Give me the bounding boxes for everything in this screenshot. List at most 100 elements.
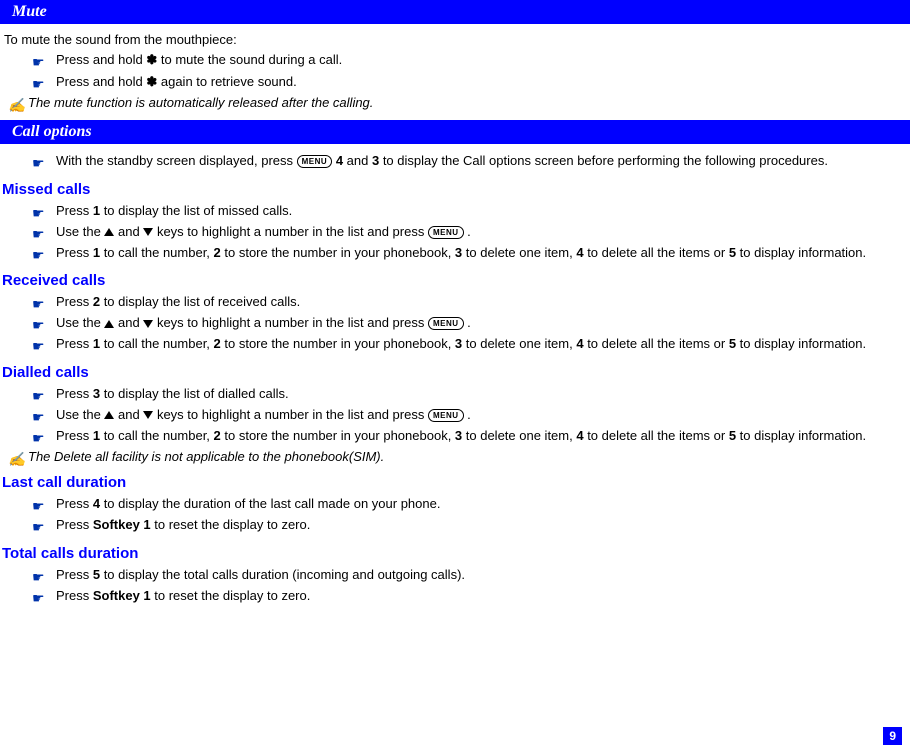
mute-header: Mute <box>0 0 910 24</box>
mute-list: ☛ Press and hold ✽ to mute the sound dur… <box>32 51 910 91</box>
down-arrow-icon <box>143 320 153 328</box>
list-item: ☛ Press Softkey 1 to reset the display t… <box>32 516 910 534</box>
call-options-header: Call options <box>0 120 910 144</box>
dialled-calls-header: Dialled calls <box>2 364 910 381</box>
missed-calls-section: Missed calls ☛ Press 1 to display the li… <box>0 181 910 263</box>
missed-calls-header: Missed calls <box>2 181 910 198</box>
list-item: ☛ Press and hold ✽ to mute the sound dur… <box>32 51 910 70</box>
text: Press <box>56 496 93 511</box>
key-5: 5 <box>93 567 100 582</box>
asterisk-icon: ✽ <box>146 73 157 91</box>
text: to display the Call options screen befor… <box>379 153 828 168</box>
text: to reset the display to zero. <box>151 588 311 603</box>
list-item: ☛ Press 1 to call the number, 2 to store… <box>32 427 910 445</box>
text: to display the total calls duration (inc… <box>100 567 465 582</box>
text: to mute the sound during a call. <box>157 52 342 67</box>
text: to delete one item, <box>462 428 576 443</box>
text: With the standby screen displayed, press <box>56 153 297 168</box>
list-item: ☛ With the standby screen displayed, pre… <box>32 152 910 170</box>
key-4: 4 <box>576 336 583 351</box>
note-content: The mute function is automatically relea… <box>28 95 373 110</box>
text: Press <box>56 203 93 218</box>
received-calls-header: Received calls <box>2 272 910 289</box>
text: to delete all the items or <box>584 245 729 260</box>
list-item: ☛ Press 1 to display the list of missed … <box>32 202 910 220</box>
key-3: 3 <box>93 386 100 401</box>
text: to delete all the items or <box>584 428 729 443</box>
received-calls-section: Received calls ☛ Press 2 to display the … <box>0 272 910 354</box>
key-4: 4 <box>576 428 583 443</box>
dialled-calls-section: Dialled calls ☛ Press 3 to display the l… <box>0 364 910 465</box>
mute-section: Mute To mute the sound from the mouthpie… <box>0 0 910 110</box>
total-calls-duration-header: Total calls duration <box>2 545 910 562</box>
text: . <box>464 315 471 330</box>
text: to delete one item, <box>462 336 576 351</box>
menu-button-icon: MENU <box>428 317 464 330</box>
text: to call the number, <box>100 336 213 351</box>
up-arrow-icon <box>104 320 114 328</box>
text: Use the <box>56 315 104 330</box>
text: keys to highlight a number in the list a… <box>153 224 428 239</box>
menu-button-icon: MENU <box>428 226 464 239</box>
text: to call the number, <box>100 428 213 443</box>
key-1: 1 <box>93 428 100 443</box>
text: to delete one item, <box>462 245 576 260</box>
pointer-icon: ☛ <box>32 497 48 509</box>
list-item: ☛ Press and hold ✽ again to retrieve sou… <box>32 73 910 92</box>
text: Press <box>56 588 93 603</box>
pointer-icon: ☛ <box>32 53 48 65</box>
pointer-icon: ☛ <box>32 316 48 328</box>
text: to delete all the items or <box>584 336 729 351</box>
pointer-icon: ☛ <box>32 337 48 349</box>
text: to store the number in your phonebook, <box>221 245 455 260</box>
list-item: ☛ Press 2 to display the list of receive… <box>32 293 910 311</box>
hand-icon: ✍ <box>8 97 25 114</box>
key-2: 2 <box>214 428 221 443</box>
key-5: 5 <box>729 336 736 351</box>
key-5: 5 <box>729 245 736 260</box>
key-1: 1 <box>93 203 100 218</box>
total-calls-duration-section: Total calls duration ☛ Press 5 to displa… <box>0 545 910 605</box>
key-4: 4 <box>93 496 100 511</box>
text: Press <box>56 428 93 443</box>
up-arrow-icon <box>104 228 114 236</box>
asterisk-icon: ✽ <box>146 51 157 69</box>
text: Press <box>56 386 93 401</box>
hand-icon: ✍ <box>8 451 25 468</box>
key-5: 5 <box>729 428 736 443</box>
text: to call the number, <box>100 245 213 260</box>
text: Press <box>56 294 93 309</box>
received-calls-list: ☛ Press 2 to display the list of receive… <box>32 293 910 354</box>
key-2: 2 <box>214 336 221 351</box>
list-item: ☛ Press Softkey 1 to reset the display t… <box>32 587 910 605</box>
text: to display information. <box>736 428 866 443</box>
last-call-duration-list: ☛ Press 4 to display the duration of the… <box>32 495 910 534</box>
text: and <box>343 153 372 168</box>
text: Press <box>56 245 93 260</box>
key-4: 4 <box>576 245 583 260</box>
softkey-1: Softkey 1 <box>93 517 151 532</box>
list-item: ☛ Use the and keys to highlight a number… <box>32 314 910 332</box>
text: to display the list of received calls. <box>100 294 300 309</box>
list-item: ☛ Press 1 to call the number, 2 to store… <box>32 244 910 262</box>
pointer-icon: ☛ <box>32 589 48 601</box>
text: . <box>464 407 471 422</box>
dialled-note: ✍ The Delete all facility is not applica… <box>4 449 910 464</box>
mute-note: ✍ The mute function is automatically rel… <box>4 95 910 110</box>
down-arrow-icon <box>143 228 153 236</box>
softkey-1: Softkey 1 <box>93 588 151 603</box>
pointer-icon: ☛ <box>32 246 48 258</box>
list-item: ☛ Press 3 to display the list of dialled… <box>32 385 910 403</box>
key-4: 4 <box>336 153 343 168</box>
text: to display information. <box>736 336 866 351</box>
down-arrow-icon <box>143 411 153 419</box>
last-call-duration-header: Last call duration <box>2 474 910 491</box>
pointer-icon: ☛ <box>32 225 48 237</box>
pointer-icon: ☛ <box>32 568 48 580</box>
text: to display the duration of the last call… <box>100 496 440 511</box>
page-number: 9 <box>883 727 902 745</box>
list-item: ☛ Press 4 to display the duration of the… <box>32 495 910 513</box>
missed-calls-list: ☛ Press 1 to display the list of missed … <box>32 202 910 263</box>
list-item: ☛ Use the and keys to highlight a number… <box>32 406 910 424</box>
call-options-list: ☛ With the standby screen displayed, pre… <box>32 152 910 170</box>
